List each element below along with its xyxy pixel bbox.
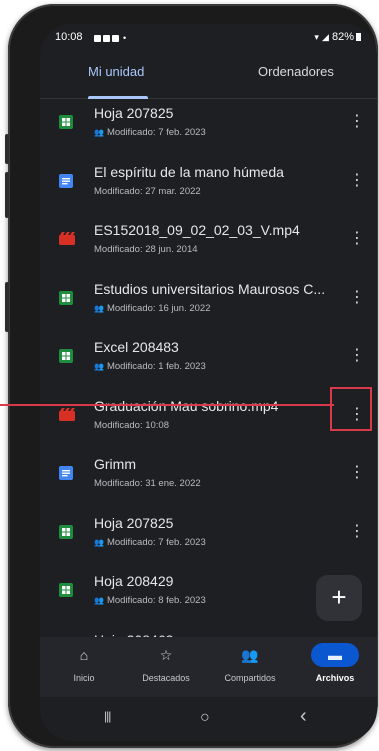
nav-compartidos[interactable]: 👥 Compartidos xyxy=(210,643,290,683)
file-row[interactable]: ES152018_09_02_02_03_V.mp4 Modificado: 28… xyxy=(40,217,377,275)
file-name: Hoja 207825 xyxy=(94,105,174,121)
tab-ordenadores[interactable]: Ordenadores xyxy=(258,64,334,79)
doc-icon xyxy=(59,466,73,480)
file-modified: Modificado: 31 ene. 2022 xyxy=(94,478,201,489)
file-name: Hoja 208429 xyxy=(94,573,174,589)
nav-inicio[interactable]: ⌂ Inicio xyxy=(44,643,124,683)
new-button[interactable]: + xyxy=(316,575,362,621)
recents-button[interactable]: ||| xyxy=(104,709,111,723)
more-options-icon[interactable]: ⋮ xyxy=(349,464,365,484)
nav-archivos[interactable]: ▬ Archivos xyxy=(295,643,375,683)
file-row[interactable]: El espíritu de la mano húmeda Modificado:… xyxy=(40,159,377,217)
nav-destacados[interactable]: ☆ Destacados xyxy=(126,643,206,683)
file-row[interactable]: Hoja 207825 👥 Modificado: 7 feb. 2023 ⋮ xyxy=(40,510,377,568)
folder-icon: ▬ xyxy=(311,643,359,667)
file-name: ES152018_09_02_02_03_V.mp4 xyxy=(94,222,300,238)
star-icon: ☆ xyxy=(159,647,173,663)
video-icon xyxy=(59,407,75,422)
sheet-icon xyxy=(59,115,73,129)
nav-label: Destacados xyxy=(142,673,190,683)
bottom-navigation: ⌂ Inicio ☆ Destacados 👥 Compartidos ▬ Archivos xyxy=(40,637,377,697)
file-row[interactable]: Graduación Mau sobrino.mp4Modificado: 10… xyxy=(40,393,377,451)
volume-down-button xyxy=(5,172,9,218)
battery-text: 82% xyxy=(331,31,354,43)
status-bar: 10:08 • ▾ ◢ 82% xyxy=(40,24,377,48)
file-modified: 👥 Modificado: 16 jun. 2022 xyxy=(94,302,211,314)
file-modified: 👥 Modificado: 7 feb. 2023 xyxy=(94,127,206,138)
file-row[interactable]: Estudios universitarios Maurosos C... 👥 Mo… xyxy=(40,276,377,334)
sheet-icon xyxy=(59,290,73,305)
file-modified: 👥 Modificado: 7 feb. 2023 xyxy=(94,536,206,548)
file-row[interactable]: Hoja 207825 👥 Modificado: 7 feb. 2023 ⋮ xyxy=(40,100,377,158)
tab-bar: Mi unidad Ordenadores xyxy=(40,52,377,99)
nav-label: Inicio xyxy=(73,673,95,683)
file-modified: 👥 Modificado: 8 feb. 2023 xyxy=(94,595,206,606)
tab-mi-unidad[interactable]: Mi unidad xyxy=(88,64,144,79)
file-name: Grimm xyxy=(94,456,136,472)
shared-icon: 👥 xyxy=(94,596,104,605)
file-modified: 👥 Modificado: 1 feb. 2023 xyxy=(94,361,206,372)
file-name: Estudios universitarios Maurosos C... xyxy=(94,280,326,297)
signal-icon: ◢ xyxy=(321,32,329,42)
screen: 10:08 • ▾ ◢ 82% Mi unidad Ordenadores Ho… xyxy=(40,24,377,741)
more-options-icon[interactable]: ⋮ xyxy=(349,230,365,250)
status-right: ▾ ◢ 82% xyxy=(314,31,361,43)
wifi-icon: ▾ xyxy=(314,32,319,42)
shared-icon: 👥 xyxy=(94,128,104,137)
tab-indicator xyxy=(88,96,148,99)
more-options-icon[interactable]: ⋮ xyxy=(349,172,365,192)
home-button[interactable]: ○ xyxy=(200,709,210,727)
video-icon xyxy=(59,232,75,246)
people-icon: 👥 xyxy=(241,647,259,663)
nav-label: Archivos xyxy=(315,673,355,683)
doc-icon xyxy=(59,173,73,188)
sheet-icon xyxy=(59,349,73,363)
shared-icon: 👥 xyxy=(94,362,104,371)
system-navigation: ||| ○ ‹ xyxy=(40,697,377,741)
notification-icons: • xyxy=(92,32,126,44)
sheet-icon xyxy=(59,583,73,597)
back-button[interactable]: ‹ xyxy=(300,705,307,728)
file-name: El espíritu de la mano húmeda xyxy=(94,163,284,180)
phone-frame: 10:08 • ▾ ◢ 82% Mi unidad Ordenadores Ho… xyxy=(5,4,378,748)
file-row[interactable]: Grimm Modificado: 31 ene. 2022 ⋮ xyxy=(40,451,377,509)
file-modified: Modificado: 10:08 xyxy=(94,419,169,431)
power-button xyxy=(5,282,9,332)
more-options-icon[interactable]: ⋮ xyxy=(349,113,365,133)
more-options-icon[interactable]: ⋮ xyxy=(349,289,365,309)
more-options-icon[interactable]: ⋮ xyxy=(349,523,365,543)
status-time: 10:08 xyxy=(55,31,83,43)
shared-icon: 👥 xyxy=(94,537,104,547)
file-modified: Modificado: 27 mar. 2022 xyxy=(94,185,201,197)
sheet-icon xyxy=(59,524,73,539)
home-icon: ⌂ xyxy=(79,647,89,663)
annotation-arrow-line xyxy=(0,404,334,406)
file-name: Excel 208483 xyxy=(94,339,179,355)
annotation-highlight-box xyxy=(330,387,372,431)
shared-icon: 👥 xyxy=(94,303,104,313)
volume-up-button xyxy=(5,134,9,164)
file-modified: Modificado: 28 jun. 2014 xyxy=(94,244,198,255)
file-row[interactable]: Excel 208483 👥 Modificado: 1 feb. 2023 ⋮ xyxy=(40,334,377,392)
file-name: Hoja 207825 xyxy=(94,514,174,531)
more-options-icon[interactable]: ⋮ xyxy=(349,347,365,367)
battery-icon xyxy=(356,33,361,42)
nav-label: Compartidos xyxy=(224,673,276,683)
